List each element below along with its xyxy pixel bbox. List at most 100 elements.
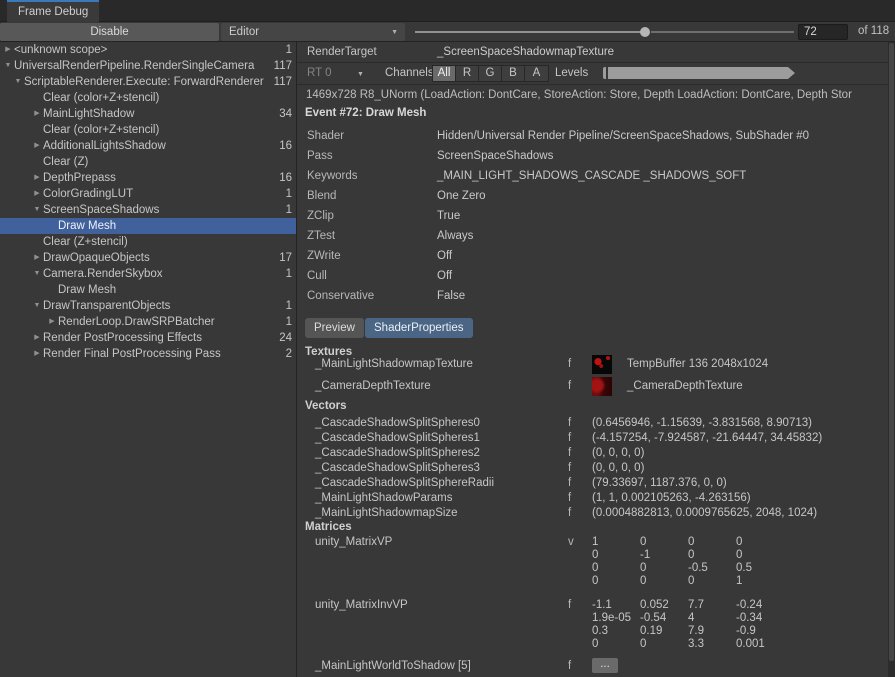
channel-button-g[interactable]: G: [479, 66, 502, 81]
property-label: Keywords: [307, 166, 358, 186]
tree-item-label: DrawTransparentObjects: [43, 298, 266, 314]
foldout-collapsed-icon[interactable]: ▶: [31, 138, 43, 154]
vector-name: _CascadeShadowSplitSphereRadii: [315, 476, 494, 491]
frame-slider-track-right[interactable]: [651, 31, 794, 33]
foldout-expanded-icon[interactable]: ▼: [12, 74, 24, 90]
tree-item-count: 24: [279, 330, 292, 346]
property-label: Pass: [307, 146, 333, 166]
matrix-cell: 0.001: [736, 638, 784, 651]
depth-texture-thumbnail[interactable]: [592, 377, 612, 396]
tree-item-label: <unknown scope>: [14, 42, 266, 58]
channel-button-b[interactable]: B: [502, 66, 525, 81]
tree-item[interactable]: ▼ScriptableRenderer.Execute: ForwardRend…: [0, 74, 296, 90]
tree-item-selected[interactable]: Draw Mesh: [0, 218, 296, 234]
matrix-cell: 0: [640, 638, 688, 651]
matrix-cell: 3.3: [688, 638, 736, 651]
tree-item[interactable]: ▶ColorGradingLUT1: [0, 186, 296, 202]
tree-item[interactable]: ▼DrawTransparentObjects1: [0, 298, 296, 314]
property-value: ScreenSpaceShadows: [437, 146, 553, 166]
tree-item-label: Clear (Z+stencil): [43, 234, 266, 250]
vector-value: (-4.157254, -7.924587, -21.64447, 34.458…: [592, 431, 822, 446]
foldout-collapsed-icon[interactable]: ▶: [31, 346, 43, 362]
shadowmap-texture-thumbnail[interactable]: [592, 355, 612, 374]
rt-dropdown[interactable]: RT 0: [307, 67, 332, 79]
frame-slider-handle[interactable]: [640, 27, 650, 37]
tree-item[interactable]: ▶Render Final PostProcessing Pass2: [0, 346, 296, 362]
tree-item[interactable]: ▼ScreenSpaceShadows1: [0, 202, 296, 218]
foldout-collapsed-icon[interactable]: ▶: [31, 106, 43, 122]
property-value: _MAIN_LIGHT_SHADOWS_CASCADE _SHADOWS_SOF…: [437, 166, 746, 186]
tab-preview[interactable]: Preview: [305, 318, 364, 338]
foldout-collapsed-icon[interactable]: ▶: [31, 186, 43, 202]
property-value: Off: [437, 266, 452, 286]
tree-item[interactable]: ▶DepthPrepass16: [0, 170, 296, 186]
foldout-expanded-icon[interactable]: ▼: [2, 58, 14, 74]
tree-item[interactable]: ▶AdditionalLightsShadow16: [0, 138, 296, 154]
property-value: True: [437, 206, 460, 226]
vector-row: _CascadeShadowSplitSpheres0f(0.6456946, …: [297, 416, 888, 431]
tree-item[interactable]: ▶RenderLoop.DrawSRPBatcher1: [0, 314, 296, 330]
levels-slider-min-handle[interactable]: [603, 67, 606, 79]
channel-button-a[interactable]: A: [525, 66, 548, 81]
tree-item[interactable]: ▶<unknown scope>1: [0, 42, 296, 58]
tree-item[interactable]: Clear (Z): [0, 154, 296, 170]
vector-type: f: [568, 491, 571, 506]
tree-item-count: 34: [279, 106, 292, 122]
foldout-collapsed-icon[interactable]: ▶: [31, 330, 43, 346]
vector-name: _CascadeShadowSplitSpheres3: [315, 461, 480, 476]
foldout-collapsed-icon[interactable]: ▶: [2, 42, 14, 58]
matrix-type: f: [568, 658, 571, 674]
matrix-cell: -0.5: [688, 562, 736, 575]
event-tree: ▶<unknown scope>1 ▼UniversalRenderPipeli…: [0, 42, 296, 677]
property-value: One Zero: [437, 186, 486, 206]
disable-button[interactable]: Disable: [0, 23, 219, 41]
levels-slider-bar[interactable]: [608, 67, 788, 79]
frame-debug-window: Frame Debug Disable Editor ▼ of 118 ▶<un…: [0, 0, 895, 677]
channel-button-r[interactable]: R: [456, 66, 479, 81]
expand-matrix-array-button[interactable]: ...: [592, 658, 618, 673]
foldout-expanded-icon[interactable]: ▼: [31, 298, 43, 314]
matrix-cell: 4: [688, 612, 736, 625]
render-target-label: RenderTarget: [307, 42, 377, 63]
tree-item[interactable]: ▶MainLightShadow34: [0, 106, 296, 122]
property-label: Shader: [307, 126, 344, 146]
frame-number-input[interactable]: [798, 24, 848, 40]
vector-type: f: [568, 506, 571, 521]
matrix-cell: 0: [640, 562, 688, 575]
foldout-expanded-icon[interactable]: ▼: [31, 202, 43, 218]
property-row: ZClipTrue: [297, 206, 888, 226]
vector-row: _CascadeShadowSplitSpheres3f(0, 0, 0, 0): [297, 461, 888, 476]
tree-item[interactable]: Clear (Z+stencil): [0, 234, 296, 250]
tab-shader-properties[interactable]: ShaderProperties: [365, 318, 473, 338]
tree-item-count: 1: [286, 202, 292, 218]
scrollbar-thumb[interactable]: [889, 43, 894, 661]
tree-item[interactable]: Clear (color+Z+stencil): [0, 90, 296, 106]
property-label: Blend: [307, 186, 336, 206]
foldout-collapsed-icon[interactable]: ▶: [31, 250, 43, 266]
property-row: Shader Hidden/Universal Render Pipeline/S…: [297, 126, 888, 146]
tree-item[interactable]: ▼Camera.RenderSkybox1: [0, 266, 296, 282]
property-value: Hidden/Universal Render Pipeline/ScreenS…: [437, 126, 809, 146]
tree-item[interactable]: ▼UniversalRenderPipeline.RenderSingleCam…: [0, 58, 296, 74]
tree-item[interactable]: Draw Mesh: [0, 282, 296, 298]
tree-item[interactable]: ▶Render PostProcessing Effects24: [0, 330, 296, 346]
levels-slider-max-handle[interactable]: [788, 67, 795, 79]
channel-button-all[interactable]: All: [433, 66, 456, 81]
target-dropdown[interactable]: Editor ▼: [221, 23, 405, 41]
tab-frame-debug[interactable]: Frame Debug: [7, 0, 99, 22]
foldout-collapsed-icon[interactable]: ▶: [46, 314, 58, 330]
foldout-collapsed-icon[interactable]: ▶: [31, 170, 43, 186]
vertical-scrollbar[interactable]: [888, 42, 895, 677]
property-value: Off: [437, 246, 452, 266]
matrix-cell: 7.7: [688, 599, 736, 612]
foldout-expanded-icon[interactable]: ▼: [31, 266, 43, 282]
tree-item[interactable]: Clear (color+Z+stencil): [0, 122, 296, 138]
matrix-cell: 0: [592, 562, 640, 575]
matrix-cell: 0.5: [736, 562, 784, 575]
tree-item[interactable]: ▶DrawOpaqueObjects17: [0, 250, 296, 266]
tree-item-count: 117: [274, 58, 292, 74]
levels-slider[interactable]: [603, 67, 795, 79]
tab-frame-debug-label: Frame Debug: [18, 6, 88, 18]
frame-slider-track[interactable]: [415, 31, 641, 33]
texture-name: _MainLightShadowmapTexture: [315, 358, 473, 370]
